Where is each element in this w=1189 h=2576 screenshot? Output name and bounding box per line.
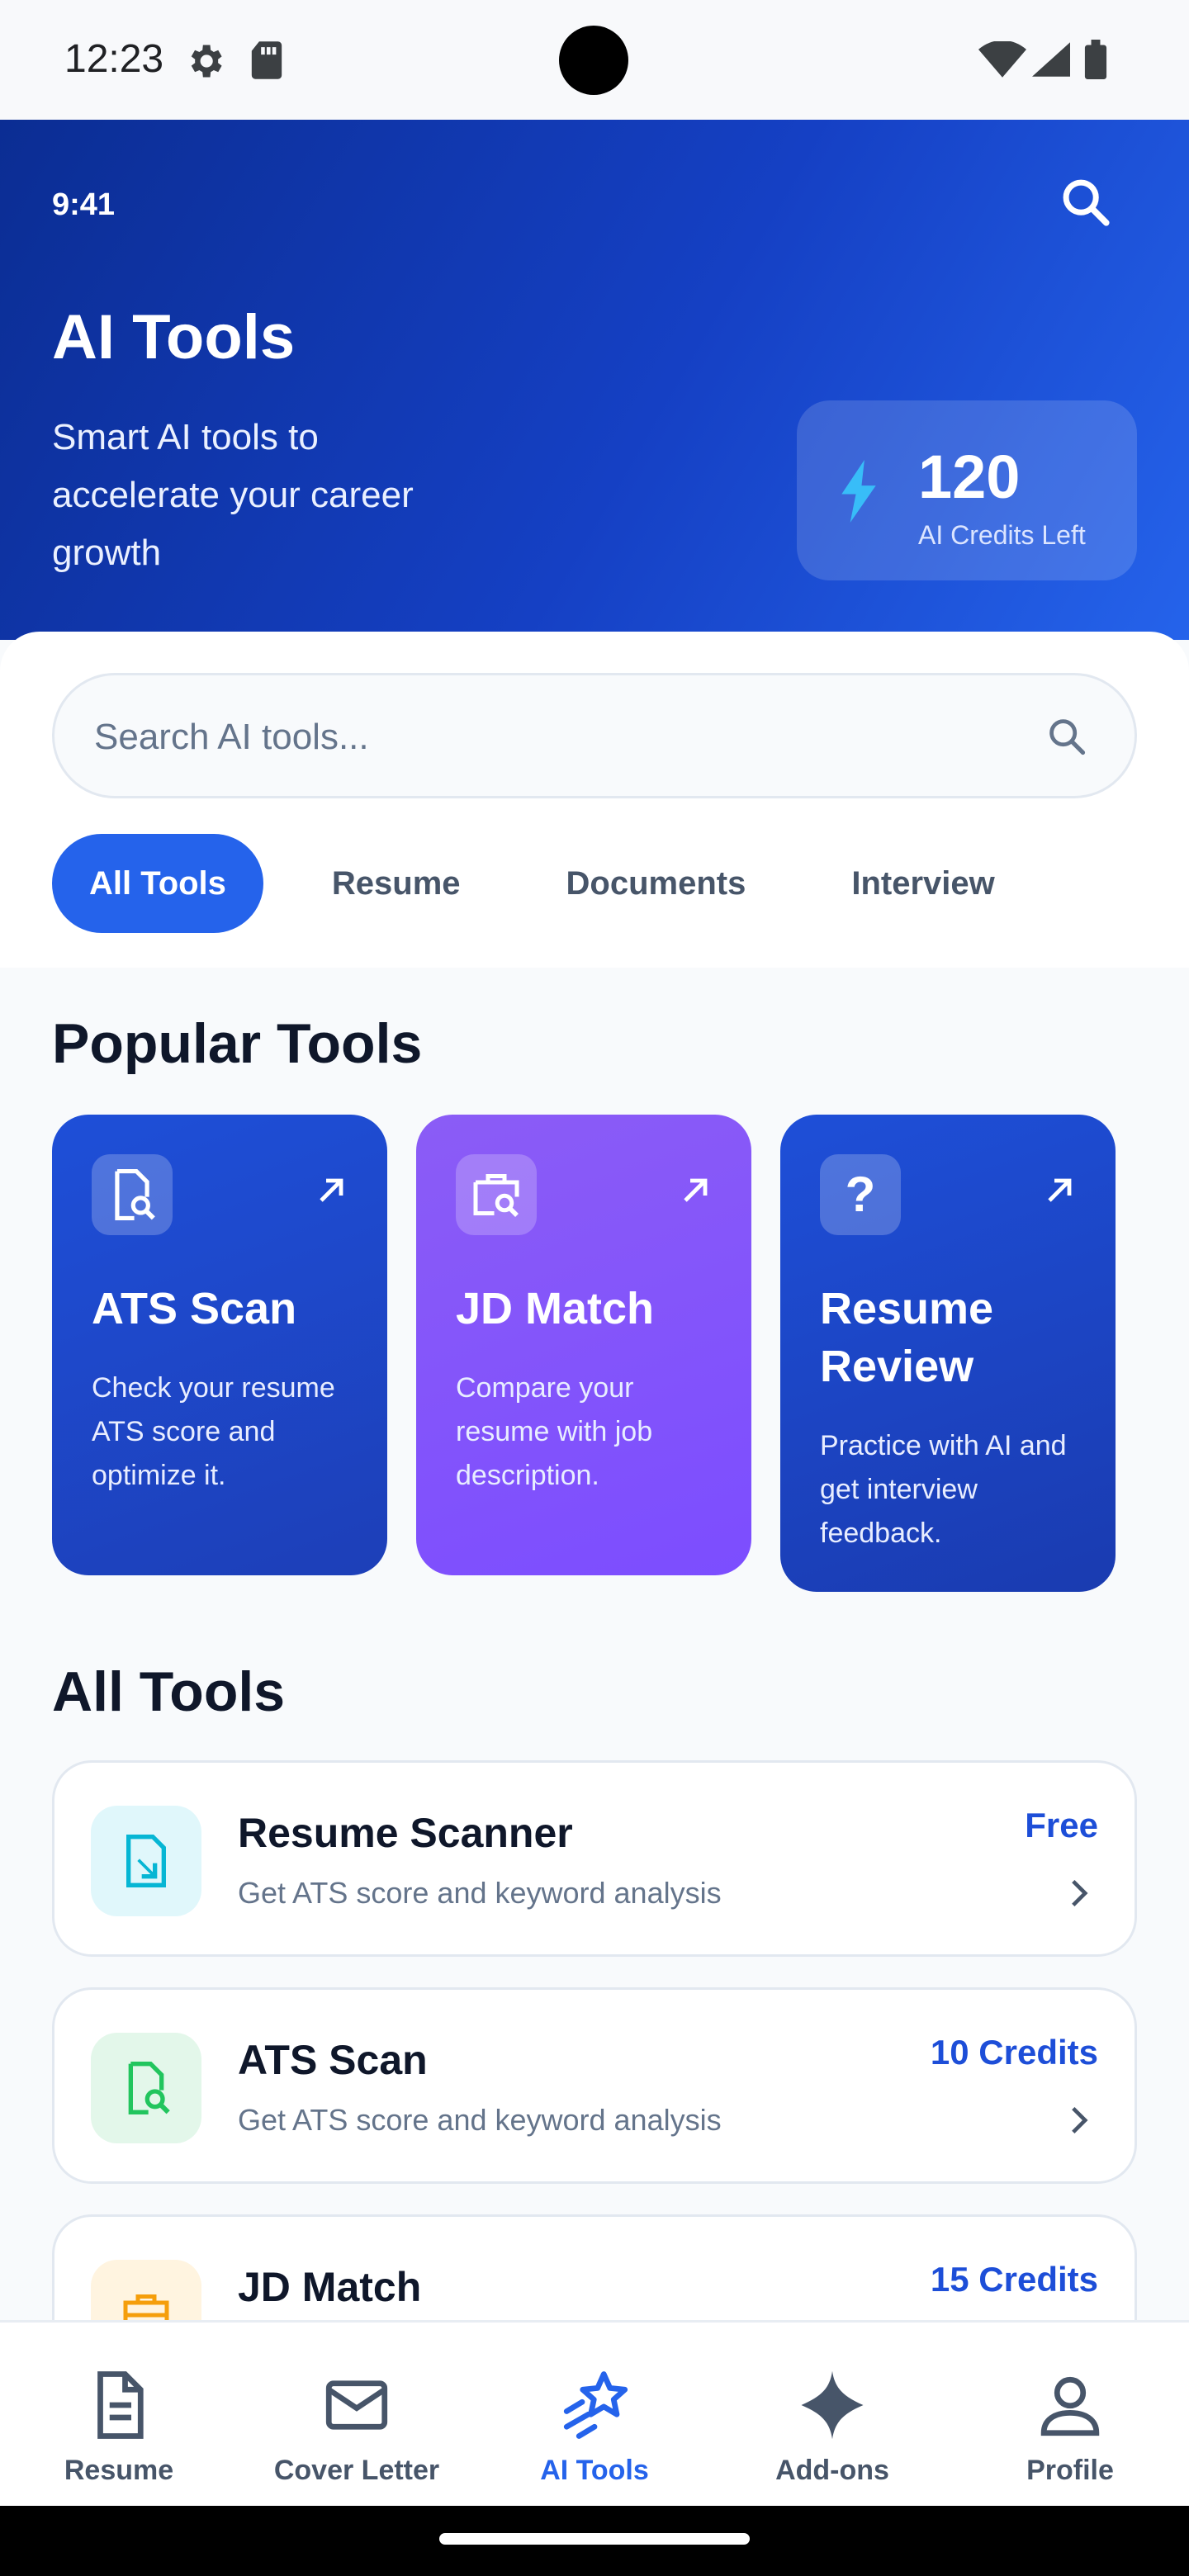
sparkle-icon [795,2368,869,2446]
popular-card-jd-match[interactable]: JD Match Compare your resume with job de… [416,1115,751,1575]
filter-tab-resume[interactable]: Resume [295,834,498,933]
nav-item-ai-tools[interactable]: AI Tools [476,2323,713,2508]
popular-tools-heading: Popular Tools [52,1012,423,1075]
lightning-icon [838,460,879,527]
nav-label: Cover Letter [273,2455,440,2486]
tool-description: Get ATS score and keyword analysis [238,2103,722,2137]
tool-price: 15 Credits [930,2260,1098,2299]
search-icon [1063,179,1110,226]
shooting-star-icon [557,2368,632,2446]
tool-price: Free [1025,1806,1098,1844]
bottom-navigation: Resume Cover Letter AI Tools Add-ons Pro… [0,2320,1189,2506]
system-status-bar: 12:23 [0,0,1189,120]
header-search-button[interactable] [1057,173,1115,231]
nav-item-cover-letter[interactable]: Cover Letter [238,2323,476,2508]
tool-name: JD Match [238,2264,422,2310]
nav-item-profile[interactable]: Profile [951,2323,1189,2508]
nav-label: Add-ons [775,2455,889,2486]
popular-card-description: Check your resume ATS score and optimize… [92,1372,335,1491]
nav-label: Profile [1026,2455,1114,2486]
nav-item-resume[interactable]: Resume [0,2323,238,2508]
page-title: AI Tools [52,302,296,372]
tool-name: Resume Scanner [238,1810,573,1856]
nav-label: Resume [64,2455,174,2486]
search-input[interactable] [94,708,1002,766]
question-icon: ? [820,1154,901,1235]
page-subtitle: Smart AI tools to accelerate your career… [52,417,414,573]
tool-description: Get ATS score and keyword analysis [238,1876,722,1910]
search-filter-sheet: All Tools Resume Documents Interview [0,632,1189,968]
chevron-right-icon [1070,2105,1088,2139]
credits-count: 120 [918,443,1021,511]
popular-card-title: JD Match [456,1284,655,1333]
doc-scan-icon [91,1806,201,1916]
sd-card-icon [248,40,286,85]
system-clock: 12:23 [64,37,164,81]
doc-search-icon [91,2033,201,2143]
app-status-time: 9:41 [52,187,116,222]
all-tools-heading: All Tools [52,1660,286,1723]
tool-row-ats-scan[interactable]: ATS Scan Get ATS score and keyword analy… [52,1987,1137,2184]
gesture-navigation-bar [0,2506,1189,2576]
popular-card-description: Practice with AI and get interview feedb… [820,1430,1067,1549]
tool-row-resume-scanner[interactable]: Resume Scanner Get ATS score and keyword… [52,1760,1137,1957]
filter-tab-documents[interactable]: Documents [529,834,784,933]
search-bar[interactable] [52,673,1137,798]
battery-icon [1084,40,1107,83]
chevron-right-icon [1070,1878,1088,1912]
popular-card-title: Resume Review [820,1284,994,1391]
filter-tabs: All Tools Resume Documents Interview [52,834,1063,933]
cellular-signal-icon [1032,41,1070,82]
search-icon[interactable] [1045,715,1088,762]
doc-search-icon [92,1154,173,1235]
settings-gear-icon [183,40,226,87]
credits-card[interactable]: 120 AI Credits Left [797,400,1137,580]
popular-card-ats-scan[interactable]: ATS Scan Check your resume ATS score and… [52,1115,387,1575]
mail-icon [320,2368,394,2446]
document-icon [82,2368,156,2446]
arrow-up-right-icon [315,1174,348,1211]
popular-card-title: ATS Scan [92,1284,297,1333]
arrow-up-right-icon [679,1174,712,1211]
credits-label: AI Credits Left [918,520,1086,550]
home-gesture-handle[interactable] [439,2533,750,2545]
filter-tab-interview[interactable]: Interview [814,834,1031,933]
front-camera [559,26,628,95]
popular-card-resume-review[interactable]: ? Resume Review Practice with AI and get… [780,1115,1116,1592]
person-icon [1033,2368,1107,2446]
nav-item-add-ons[interactable]: Add-ons [713,2323,951,2508]
tool-price: 10 Credits [930,2033,1098,2072]
filter-tab-all-tools[interactable]: All Tools [52,834,263,933]
popular-card-description: Compare your resume with job description… [456,1372,653,1491]
hero-header: 9:41 AI Tools Smart AI tools to accelera… [0,120,1189,640]
wifi-icon [978,40,1026,82]
arrow-up-right-icon [1043,1174,1076,1211]
briefcase-search-icon [456,1154,537,1235]
nav-label: AI Tools [540,2455,649,2486]
tool-name: ATS Scan [238,2037,428,2083]
